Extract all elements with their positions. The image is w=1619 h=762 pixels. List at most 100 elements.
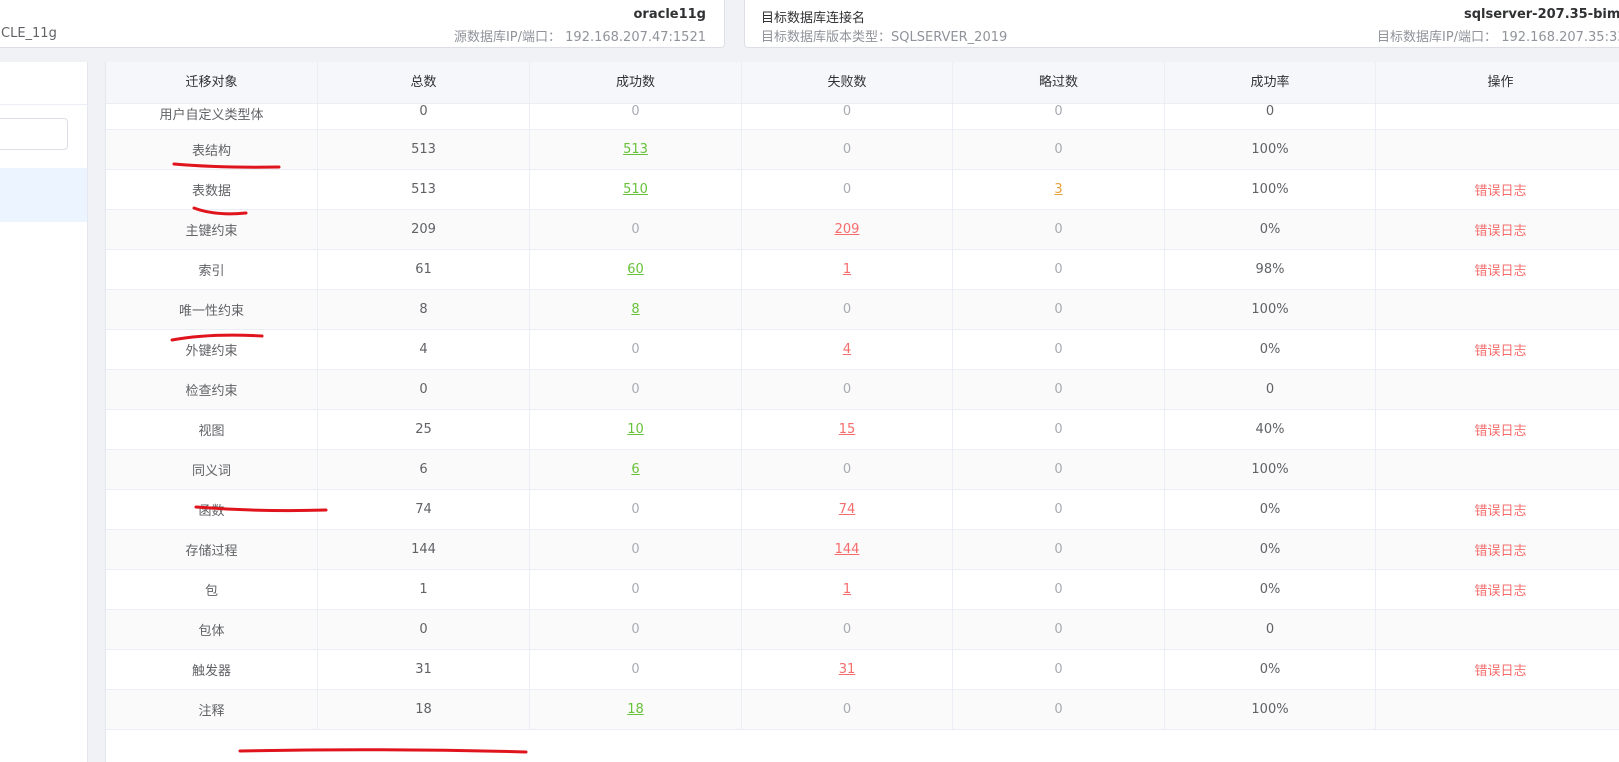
cell-skip-value: 0 [1054,622,1063,637]
cell-success-value: 0 [631,104,640,119]
cell-fail: 0 [742,170,953,209]
cell-fail: 144 [742,530,953,569]
cell-object: 检查约束 [106,370,318,409]
table-row: 触发器 31 0 31 0 0% 错误日志 [106,650,1619,690]
cell-total: 74 [318,490,530,529]
cell-fail: 0 [742,130,953,169]
cell-fail-value: 0 [842,302,852,317]
cell-skip: 0 [953,330,1165,369]
cell-object-value: 视图 [198,424,225,439]
cell-rate: 0% [1165,650,1376,689]
cell-success-value: 0 [631,582,640,597]
cell-skip: 0 [953,570,1165,609]
error-log-link[interactable]: 错误日志 [1474,420,1526,439]
cell-success: 0 [530,530,742,569]
cell-rate-value: 100% [1251,302,1289,317]
cell-success-value[interactable]: 510 [623,182,648,197]
cell-fail-value[interactable]: 74 [839,502,856,517]
sidebar-search-input[interactable] [0,118,68,150]
column-header-success: 成功数 [530,62,742,103]
error-log-link[interactable]: 错误日志 [1474,180,1526,199]
sidebar [0,62,88,762]
column-header-fail: 失败数 [742,62,953,103]
cell-rate-value: 100% [1251,462,1289,477]
table-row: 包 1 0 1 0 0% 错误日志 [106,570,1619,610]
cell-object: 注释 [106,690,318,729]
cell-rate: 0 [1165,610,1376,649]
table-body: 用户自定义类型体 0 0 0 0 0 表结构 513 513 0 0 100% 表数据 513 510 0 3 1… [106,104,1619,730]
cell-total: 0 [318,370,530,409]
cell-total-value: 209 [411,222,436,237]
cell-fail-value[interactable]: 15 [839,422,856,437]
error-log-link[interactable]: 错误日志 [1474,220,1526,239]
cell-object-value: 唯一性约束 [178,304,244,319]
cell-fail-value[interactable]: 4 [843,342,851,357]
cell-action [1376,130,1619,169]
cell-fail-value[interactable]: 144 [835,542,860,557]
cell-fail-value[interactable]: 31 [839,662,856,677]
cell-object: 触发器 [106,650,318,689]
sidebar-selected-item[interactable] [0,168,87,222]
cell-total: 4 [318,330,530,369]
cell-skip-value: 0 [1054,142,1063,157]
cell-skip-value[interactable]: 3 [1054,182,1062,197]
source-ip-port: 源数据库IP/端口： 192.168.207.47:1521 [454,26,706,45]
cell-object: 包体 [106,610,318,649]
cell-success-value[interactable]: 6 [631,462,639,477]
cell-success: 60 [530,250,742,289]
cell-fail-value: 0 [842,142,852,157]
error-log-link[interactable]: 错误日志 [1474,660,1526,679]
cell-total: 61 [318,250,530,289]
cell-skip-value: 0 [1054,104,1063,119]
cell-rate: 0 [1165,104,1376,129]
cell-rate: 40% [1165,410,1376,449]
cell-success-value: 0 [631,222,640,237]
cell-success: 10 [530,410,742,449]
error-log-link[interactable]: 错误日志 [1474,580,1526,599]
sidebar-header [0,62,87,105]
table-row: 同义词 6 6 0 0 100% [106,450,1619,490]
cell-object-value: 表数据 [191,184,231,199]
cell-success-value[interactable]: 8 [631,302,639,317]
cell-skip: 0 [953,130,1165,169]
cell-success-value: 0 [631,502,640,517]
cell-total-value: 61 [415,262,432,277]
cell-action: 错误日志 [1376,210,1619,249]
cell-rate-value: 0% [1259,662,1281,677]
error-log-link[interactable]: 错误日志 [1474,540,1526,559]
cell-rate-value: 0% [1259,502,1281,517]
column-header-rate: 成功率 [1165,62,1376,103]
cell-fail-value[interactable]: 1 [843,582,851,597]
cell-skip-value: 0 [1054,462,1063,477]
cell-rate: 0% [1165,330,1376,369]
cell-total: 1 [318,570,530,609]
cell-rate: 0% [1165,530,1376,569]
cell-fail-value[interactable]: 1 [843,262,851,277]
cell-action: 错误日志 [1376,570,1619,609]
cell-skip-value: 0 [1054,222,1063,237]
cell-object: 唯一性约束 [106,290,318,329]
cell-fail: 1 [742,570,953,609]
cell-total-value: 0 [419,382,428,397]
cell-fail-value[interactable]: 209 [835,222,860,237]
cell-rate-value: 0% [1259,542,1281,557]
error-log-link[interactable]: 错误日志 [1474,500,1526,519]
cell-success-value[interactable]: 60 [627,262,644,277]
cell-success-value[interactable]: 513 [623,142,648,157]
cell-skip: 0 [953,250,1165,289]
column-header-action: 操作 [1376,62,1619,103]
cell-object: 用户自定义类型体 [106,104,318,129]
cell-action: 错误日志 [1376,490,1619,529]
cell-action: 错误日志 [1376,250,1619,289]
cell-success-value[interactable]: 18 [627,702,644,717]
cell-success: 0 [530,330,742,369]
table-header: 迁移对象 总数 成功数 失败数 略过数 成功率 操作 [106,62,1619,104]
cell-rate: 0% [1165,570,1376,609]
error-log-link[interactable]: 错误日志 [1474,340,1526,359]
cell-rate-value: 0 [1265,104,1275,119]
cell-success: 0 [530,570,742,609]
error-log-link[interactable]: 错误日志 [1474,260,1526,279]
cell-rate-value: 0% [1259,342,1281,357]
cell-total: 31 [318,650,530,689]
cell-success-value[interactable]: 10 [627,422,644,437]
